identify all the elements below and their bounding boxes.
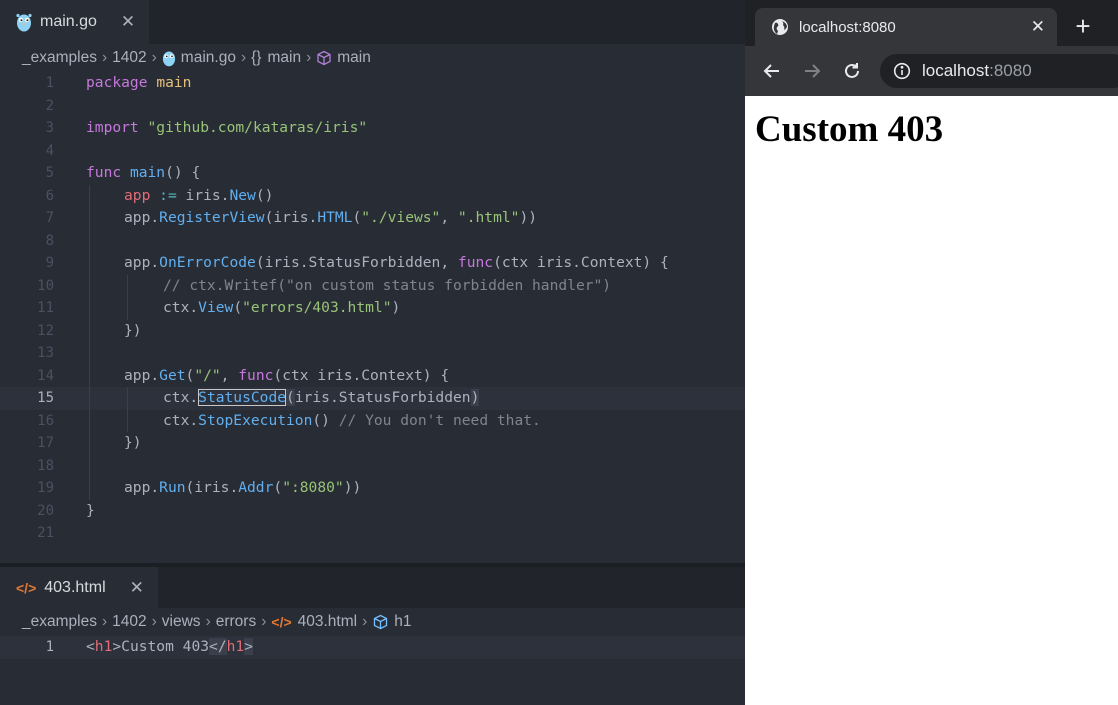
reload-button[interactable]: [839, 58, 865, 84]
breadcrumb-item[interactable]: 1402: [112, 613, 146, 631]
arrow-left-icon: [763, 64, 779, 78]
browser-tab-title: localhost:8080: [799, 18, 896, 36]
forward-button[interactable]: [799, 58, 825, 84]
reload-icon: [845, 63, 859, 78]
chevron-right-icon: ›: [261, 613, 267, 630]
breadcrumb-main-go: _examples › 1402 › main.go › {} main › m…: [0, 44, 745, 72]
breadcrumb-item[interactable]: 1402: [112, 49, 146, 67]
breadcrumb-item[interactable]: main: [337, 49, 371, 67]
code-editor: main.go ✕ _examples › 1402 › main.go › {…: [0, 0, 745, 705]
code-line: 18: [0, 454, 745, 477]
breadcrumb-item[interactable]: _examples: [22, 613, 97, 631]
address-host: localhost: [922, 61, 990, 80]
chevron-right-icon: ›: [151, 49, 157, 66]
breadcrumb-item[interactable]: h1: [394, 613, 411, 631]
tab-403-html[interactable]: </> 403.html ✕: [0, 567, 158, 608]
breadcrumb-item[interactable]: main: [267, 49, 301, 67]
breadcrumb-403-html: _examples › 1402 › views › errors › </> …: [0, 608, 745, 636]
close-icon[interactable]: ✕: [121, 12, 135, 32]
chevron-right-icon: ›: [205, 613, 211, 630]
code-line: 1 package main: [45, 74, 192, 91]
editor-tab-bar-top: main.go ✕: [0, 0, 745, 44]
breadcrumb-item[interactable]: 403.html: [298, 613, 357, 631]
chevron-right-icon: ›: [306, 49, 312, 66]
browser-window: localhost:8080 ✕ + localhost:8080 Custom…: [745, 0, 1118, 705]
tab-main-go-label: main.go: [40, 13, 97, 30]
code-line: 4: [45, 142, 54, 159]
globe-icon: [771, 18, 789, 36]
breadcrumb-item[interactable]: errors: [216, 613, 256, 631]
cube-icon: [372, 614, 389, 630]
chevron-right-icon: ›: [101, 613, 108, 630]
code-line: 13: [0, 342, 745, 365]
code-line: 2: [45, 97, 54, 114]
code-line: 20}: [37, 501, 95, 519]
code-line: 5 func main() {: [45, 164, 201, 181]
chevron-right-icon: ›: [362, 613, 368, 630]
code-line: 12}): [0, 319, 745, 342]
address-port: :8080: [989, 61, 1032, 80]
code-line: 3 import "github.com/kataras/iris": [45, 119, 368, 136]
code-line-current: 1 <h1>Custom 403</h1>: [0, 636, 745, 659]
close-icon[interactable]: ✕: [1031, 17, 1045, 37]
html-file-icon: </>: [16, 579, 37, 596]
code-line: 17}): [0, 432, 745, 455]
code-line: 19 app.Run(iris.Addr(":8080")): [0, 477, 745, 500]
browser-viewport: Custom 403: [745, 96, 1118, 705]
tab-main-go[interactable]: main.go ✕: [0, 0, 150, 44]
new-tab-button[interactable]: +: [1069, 12, 1097, 42]
close-icon[interactable]: ✕: [130, 578, 144, 598]
browser-toolbar: localhost:8080: [745, 46, 1118, 96]
arrow-right-icon: [805, 64, 821, 78]
code-line: 6 app := iris.New(): [0, 184, 745, 207]
cube-icon: [316, 50, 332, 66]
breadcrumb-item[interactable]: _examples: [22, 49, 97, 67]
tab-403-html-label: 403.html: [44, 578, 106, 596]
braces-icon: {}: [251, 49, 262, 66]
gopher-icon: [16, 12, 32, 32]
html-file-icon: </>: [271, 614, 292, 630]
address-bar[interactable]: localhost:8080: [880, 54, 1118, 88]
breadcrumb-item[interactable]: main.go: [181, 49, 236, 67]
code-line: 16 ctx.StopExecution() // You don't need …: [0, 409, 745, 432]
code-line: 21: [37, 525, 54, 541]
code-line: 10// ctx.Writef("on custom status forbid…: [0, 274, 745, 297]
gopher-icon: [162, 49, 176, 67]
chevron-right-icon: ›: [151, 613, 157, 630]
code-line: 11 ctx.View("errors/403.html"): [0, 297, 745, 320]
code-line: 7 app.RegisterView(iris.HTML("./views", "…: [0, 207, 745, 230]
browser-tab[interactable]: localhost:8080 ✕: [755, 8, 1057, 46]
main-go-code[interactable]: 1 package main 2 3 import "github.com/kata…: [0, 72, 745, 545]
chevron-right-icon: ›: [240, 49, 247, 66]
breadcrumb-item[interactable]: views: [162, 613, 201, 631]
html-code[interactable]: 1 <h1>Custom 403</h1>: [0, 636, 745, 659]
chevron-right-icon: ›: [101, 49, 108, 66]
code-line-current: 15 ctx.StatusCode(iris.StatusForbidden): [0, 387, 745, 410]
back-button[interactable]: [759, 58, 785, 84]
page-heading: Custom 403: [755, 109, 944, 150]
code-line: 8: [0, 229, 745, 252]
info-icon: [893, 62, 911, 80]
code-line: 14 app.Get("/", func(ctx iris.Context) {: [0, 364, 745, 387]
editor-tab-bar-bottom: </> 403.html ✕: [0, 567, 745, 608]
code-line: 9 app.OnErrorCode(iris.StatusForbidden, f…: [0, 252, 745, 275]
